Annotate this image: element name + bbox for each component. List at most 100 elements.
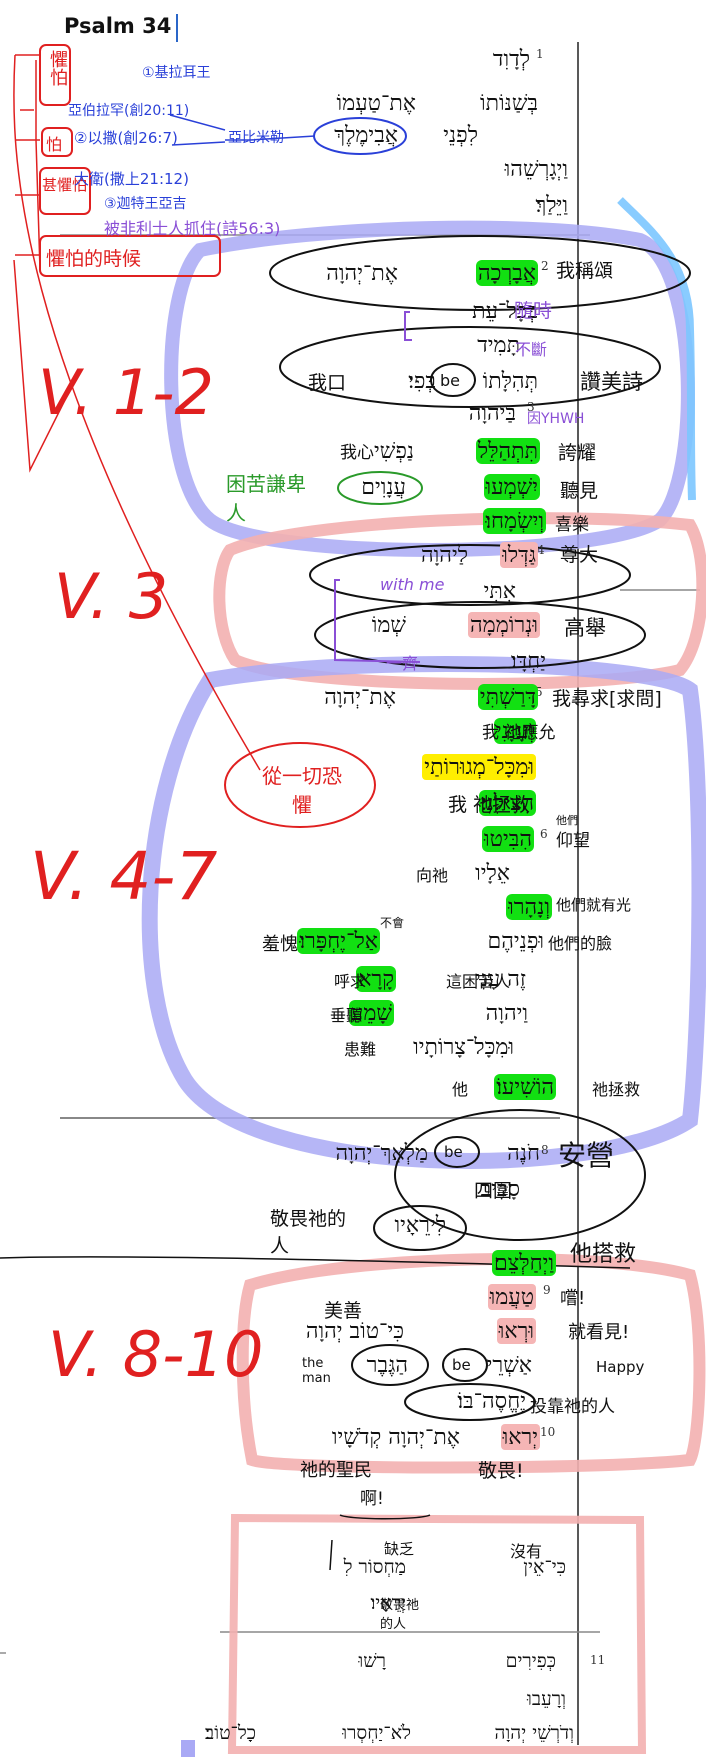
gloss: 我 祂拯救	[448, 794, 531, 816]
gloss: 祂的聖民	[300, 1460, 372, 1481]
verse-number: 4	[537, 543, 545, 557]
verse-number: 9	[543, 1283, 551, 1297]
gloss: 讚美詩	[580, 370, 643, 394]
gloss: 就看見!	[568, 1322, 630, 1343]
hebrew-word: הַגֶּבֶר	[366, 1353, 408, 1378]
hebrew-word: אֶת־טַעְמוֹ	[336, 91, 416, 116]
gloss: 啊!	[360, 1489, 384, 1509]
hebrew-word: אֲבָרְכָה	[475, 260, 538, 286]
gloss: the man	[302, 1356, 331, 1386]
hebrew-word: אַשְׁרֵי	[486, 1353, 532, 1378]
hebrew-word: תִּתְהַלֵּל	[475, 438, 540, 464]
gloss: 嚐!	[560, 1288, 586, 1309]
hebrew-word: גַּדְּלוּ	[500, 542, 538, 568]
gloss: 四圍	[474, 1180, 513, 1202]
gloss: with me	[380, 575, 445, 594]
gloss: 沒有	[510, 1542, 543, 1561]
hebrew-word: הוֹשִׁיעוֹ׃	[494, 1074, 556, 1100]
hebrew-word: לְדָוִד	[492, 47, 530, 72]
hebrew-word: לִפְנֵי	[443, 123, 478, 148]
hebrew-word: וַיהוָה	[485, 1001, 528, 1026]
note: ①基拉耳王	[142, 65, 211, 81]
gloss: 不斷	[515, 340, 548, 359]
gloss: 一齊	[386, 654, 419, 673]
hebrew-word: דָּרַשְׁתִּי	[477, 684, 538, 710]
hebrew-word: הִבִּיטוּ	[482, 826, 534, 852]
gloss: 向祂	[416, 866, 449, 885]
gloss: 隨時	[514, 300, 553, 322]
hebrew-word: כָל־טוֹב׃	[205, 1722, 256, 1744]
page-title: Psalm 34	[64, 14, 172, 38]
hebrew-word: אֶת־יְהוָה	[326, 261, 398, 286]
hebrew-word: וּרְאוּ	[496, 1318, 536, 1344]
text-cursor	[176, 14, 178, 42]
gloss: 安營	[558, 1139, 615, 1172]
hebrew-word: וְרָעֵבוּ	[527, 1688, 566, 1710]
hebrew-word: וּנְרוֹמְמָה	[468, 612, 540, 638]
bracket	[404, 311, 412, 341]
hebrew-word: וּמִכָּל־צָרוֹתָיו	[413, 1035, 514, 1060]
hebrew-word: וַיְגָרְשֵׁהוּ	[504, 157, 568, 182]
note: 大衛(撒上21:12)	[74, 170, 189, 188]
gloss-be: be	[452, 1356, 471, 1374]
hebrew-word: וַיֵּלַךְ׃	[535, 193, 569, 218]
hebrew-word: מַלְאַךְ־יְהוָה	[335, 1141, 428, 1166]
hebrew-word: יְראוּ	[500, 1424, 540, 1450]
gloss: 我尋求[求問]	[552, 688, 662, 710]
gloss: 他們	[556, 814, 578, 827]
hebrew-word: וּמִכָּל־מְגוּרוֹתַי	[422, 754, 536, 780]
gloss: 缺乏	[384, 1540, 415, 1558]
note: 亞比米勒	[228, 130, 284, 146]
note: ②以撒(創26:7)	[74, 129, 178, 147]
hebrew-word: בַּיהוָה	[468, 401, 516, 426]
hebrew-word: לִירֵאָיו	[394, 1213, 446, 1238]
gloss: 因YHWH	[527, 411, 585, 427]
gloss: 呼求	[334, 972, 367, 991]
note-fear: 懼怕	[47, 50, 68, 86]
hebrew-word: נַפְשִׁי	[373, 439, 414, 464]
gloss: 我口	[308, 372, 347, 394]
verse-number: 11	[590, 1653, 606, 1667]
verse-number: 1	[536, 47, 544, 61]
gloss: 聽見	[560, 480, 599, 502]
gloss: 敬畏!	[478, 1460, 524, 1482]
note: 亞伯拉罕(創20:11)	[68, 103, 190, 119]
gloss: 他們就有光	[556, 896, 632, 914]
hebrew-word: יֶחֱסֶה־בּוֹ׃	[457, 1389, 526, 1414]
gloss: 他	[452, 1080, 469, 1099]
page-mark	[0, 1652, 6, 1654]
hebrew-word: עֲנָוִים	[361, 475, 406, 500]
gloss: 敬畏祂的人	[380, 1598, 420, 1632]
hebrew-word: מַחְסוֹר לִ	[343, 1556, 406, 1578]
gloss: 美善	[324, 1300, 363, 1322]
hebrew-word: בְּשַׁנּוֹתוֹ	[479, 91, 538, 116]
gloss: 仰望	[556, 831, 590, 851]
hebrew-word: יַחְדָּו׃	[511, 649, 546, 674]
gloss: 尊大	[560, 544, 599, 566]
verse-number: 8	[541, 1143, 549, 1157]
section-label: V. 3	[54, 560, 169, 633]
gloss: 敬畏祂的人	[270, 1208, 347, 1257]
note: 被非利士人抓住(詩56:3)	[104, 219, 281, 238]
hebrew-word: אֲבִימֶלֶךְ	[334, 123, 398, 148]
gloss: 羞愧	[262, 934, 298, 955]
gloss: 高舉	[564, 616, 606, 640]
hebrew-word: לֹא־יַחְסְרוּ	[342, 1722, 411, 1744]
hebrew-word: יִשְׁמְעוּ	[483, 474, 540, 500]
note-fear: 怕	[46, 135, 63, 154]
hebrew-word: וְנָהָרוּ	[506, 894, 552, 920]
gloss: 他們的臉	[548, 934, 613, 953]
gloss: 不會	[380, 916, 405, 930]
hebrew-word: תָּמִיד	[477, 333, 520, 358]
hebrew-word: בְּפִי׃	[408, 369, 436, 394]
psalm-page: Psalm 34 1 2 3 4 5 6 8 9 10 11 לְדָוִד א…	[0, 0, 706, 1757]
section-label: V. 4-7	[30, 838, 218, 915]
hebrew-word: אֶת־יְהוָה	[324, 685, 396, 710]
hebrew-word: לַיהוָה	[421, 543, 468, 568]
hebrew-word: אִתִּי	[483, 579, 516, 604]
note: ③迦特王亞吉	[104, 196, 187, 212]
verse-number: 10	[540, 1425, 556, 1439]
gloss: 我 祂應允	[482, 723, 556, 743]
hebrew-word: אַל־יֶחְפָּרוּ׃	[297, 928, 380, 954]
gloss: Happy	[596, 1358, 645, 1376]
